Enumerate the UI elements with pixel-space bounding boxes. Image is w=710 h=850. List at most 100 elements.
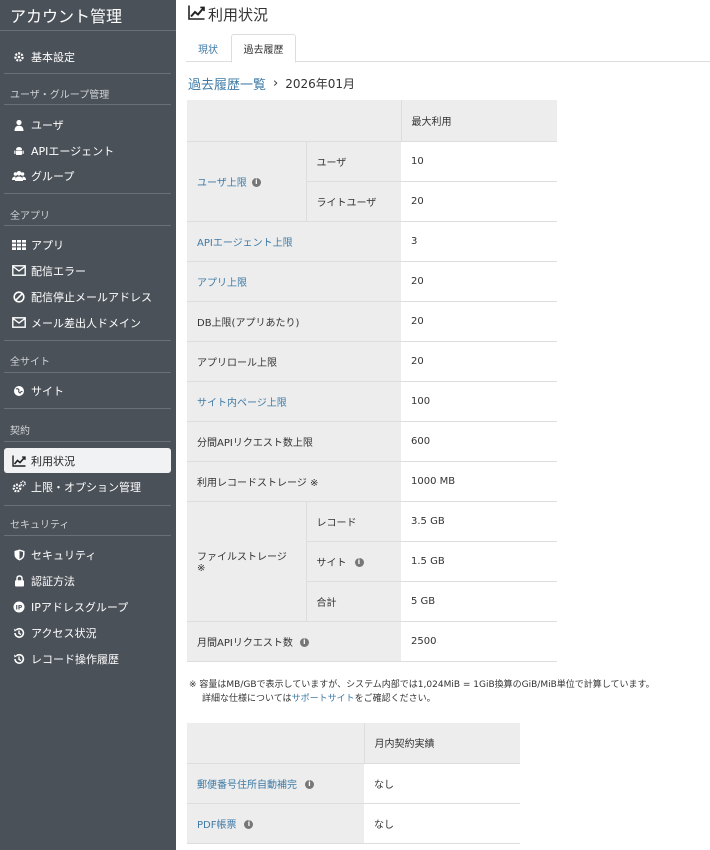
tab-current[interactable]: 現状 (186, 34, 230, 62)
sidebar-title: アカウント管理 (0, 0, 176, 31)
section-all-apps: 全アプリ (10, 211, 50, 222)
sidebar-item-label: セキュリティ (31, 548, 97, 562)
sidebar-item-ip-group[interactable]: IP IPアドレスグループ (4, 594, 171, 619)
section-all-sites: 全サイト (10, 357, 50, 368)
cell-value: 3.5 GB (401, 501, 557, 542)
tab-bar: 現状 過去履歴 (186, 34, 710, 63)
row-label: ファイルストレージ ※ (187, 501, 306, 622)
sidebar-item-delivery-error[interactable]: 配信エラー (4, 258, 171, 283)
table-row: 利用レコードストレージ ※ 1000 MB (187, 461, 557, 502)
table-row: サイト内ページ上限 100 (187, 381, 557, 422)
sub-label: ユーザ (305, 141, 401, 182)
section-user-group: ユーザ・グループ管理 (10, 90, 110, 101)
site-page-limit-link[interactable]: サイト内ページ上限 (197, 398, 287, 409)
sidebar-item-label: サイト (31, 384, 64, 398)
sub-label: ライトユーザ (305, 181, 401, 222)
sidebar-item-label: メール差出人ドメイン (31, 316, 141, 330)
note-text: をご確認ください。 (354, 694, 436, 704)
sidebar-item-auth[interactable]: 認証方法 (4, 568, 171, 593)
postal-autocomplete-link[interactable]: 郵便番号住所自動補完 (197, 780, 297, 791)
table-row: 郵便番号住所自動補完 i なし (187, 763, 520, 804)
sidebar-item-site[interactable]: サイト (4, 378, 171, 403)
row-label: 利用レコードストレージ ※ (187, 461, 401, 502)
cell-value: 20 (401, 261, 557, 302)
tab-history[interactable]: 過去履歴 (231, 34, 296, 63)
sidebar-item-label: 基本設定 (31, 50, 75, 64)
sidebar-item-limits[interactable]: 上限・オプション管理 (4, 474, 171, 499)
pdf-report-link[interactable]: PDF帳票 (197, 820, 236, 831)
cell-value: 1000 MB (401, 461, 557, 502)
sidebar-item-label: アプリ (31, 238, 64, 252)
cell-value: 5 GB (401, 581, 557, 622)
sub-label: 合計 (305, 581, 401, 622)
users-group-icon (12, 169, 26, 183)
note-text: 詳細な仕様については (202, 694, 292, 704)
section-security: セキュリティ (10, 520, 70, 531)
divider (4, 73, 171, 74)
divider (4, 408, 171, 409)
divider (4, 441, 171, 442)
row-label: 分間APIリクエスト数上限 (187, 421, 401, 462)
sidebar-item-groups[interactable]: グループ (4, 163, 171, 188)
sidebar-item-label: IPアドレスグループ (31, 600, 129, 614)
row-label: APIエージェント上限 (187, 221, 401, 262)
cell-value: 10 (401, 141, 557, 182)
row-label: 月間APIリクエスト数 i (187, 621, 401, 662)
sidebar-item-users[interactable]: ユーザ (4, 112, 171, 137)
sidebar-item-label: ユーザ (31, 118, 64, 132)
breadcrumb-separator: › (273, 76, 279, 91)
sub-label-text: サイト (316, 557, 347, 569)
sidebar-item-security[interactable]: セキュリティ (4, 542, 171, 567)
divider (4, 193, 171, 194)
sidebar-item-label: アクセス状況 (31, 626, 97, 640)
sidebar-item-access[interactable]: アクセス状況 (4, 620, 171, 645)
user-limit-link[interactable]: ユーザ上限 (197, 178, 247, 189)
gear-icon (12, 50, 26, 64)
row-label: アプリロール上限 (187, 341, 401, 382)
globe-icon (12, 384, 26, 398)
info-icon[interactable]: i (251, 178, 261, 187)
info-icon[interactable]: i (299, 638, 309, 647)
breadcrumb-current: 2026年01月 (285, 77, 356, 91)
sidebar-item-record-log[interactable]: レコード操作履歴 (4, 646, 171, 671)
app-limit-link[interactable]: アプリ上限 (197, 278, 247, 289)
api-agent-limit-link[interactable]: APIエージェント上限 (197, 238, 293, 249)
grid-icon (12, 238, 26, 252)
cell-value: 2500 (401, 621, 557, 662)
usage-table: 最大利用 ユーザ上限 i ユーザ 10 ライトユーザ 20 APIエージェント上限… (187, 100, 557, 662)
info-icon[interactable]: i (354, 558, 364, 567)
table-row: APIエージェント上限 3 (187, 221, 557, 262)
table-header-row: 最大利用 (187, 100, 557, 142)
history-icon (12, 652, 26, 666)
storage-note: ※ 容量はMB/GBで表示していますが、システム内部では1,024MiB = 1… (189, 678, 655, 706)
table-row: PDF帳票 i なし (187, 803, 520, 844)
cell-value: 20 (401, 181, 557, 222)
cell-value: 20 (401, 301, 557, 342)
table-row: アプリロール上限 20 (187, 341, 557, 382)
sidebar-item-api-agents[interactable]: APIエージェント (4, 138, 171, 163)
sidebar-item-sender-domain[interactable]: メール差出人ドメイン (4, 310, 171, 335)
cell-value: 20 (401, 341, 557, 382)
header-blank (187, 100, 401, 142)
cell-value: 1.5 GB (401, 541, 557, 582)
sidebar-item-label: 利用状況 (31, 454, 75, 468)
row-label: サイト内ページ上限 (187, 381, 401, 422)
table-row: アプリ上限 20 (187, 261, 557, 302)
breadcrumb: 過去履歴一覧 › 2026年01月 (188, 74, 355, 93)
section-contract: 契約 (10, 426, 30, 437)
page-title: 利用状況 (188, 4, 268, 25)
info-icon[interactable]: i (244, 820, 254, 829)
main-content: 利用状況 現状 過去履歴 過去履歴一覧 › 2026年01月 最大利用 ユーザ上… (176, 0, 710, 850)
support-site-link[interactable]: サポートサイト (292, 694, 355, 704)
row-label: 郵便番号住所自動補完 i (187, 763, 364, 804)
info-icon[interactable]: i (305, 780, 314, 789)
sidebar-item-usage[interactable]: 利用状況 (4, 448, 171, 473)
sidebar: アカウント管理 基本設定 ユーザ・グループ管理 ユーザ APIエージェント グル… (0, 0, 176, 850)
cell-value: なし (364, 803, 520, 844)
sidebar-item-delivery-stop[interactable]: 配信停止メールアドレス (4, 284, 171, 309)
sidebar-item-apps[interactable]: アプリ (4, 232, 171, 257)
breadcrumb-history-list[interactable]: 過去履歴一覧 (188, 74, 266, 93)
sidebar-item-basic[interactable]: 基本設定 (4, 44, 171, 69)
divider (4, 505, 171, 506)
envelope-icon (12, 264, 26, 278)
